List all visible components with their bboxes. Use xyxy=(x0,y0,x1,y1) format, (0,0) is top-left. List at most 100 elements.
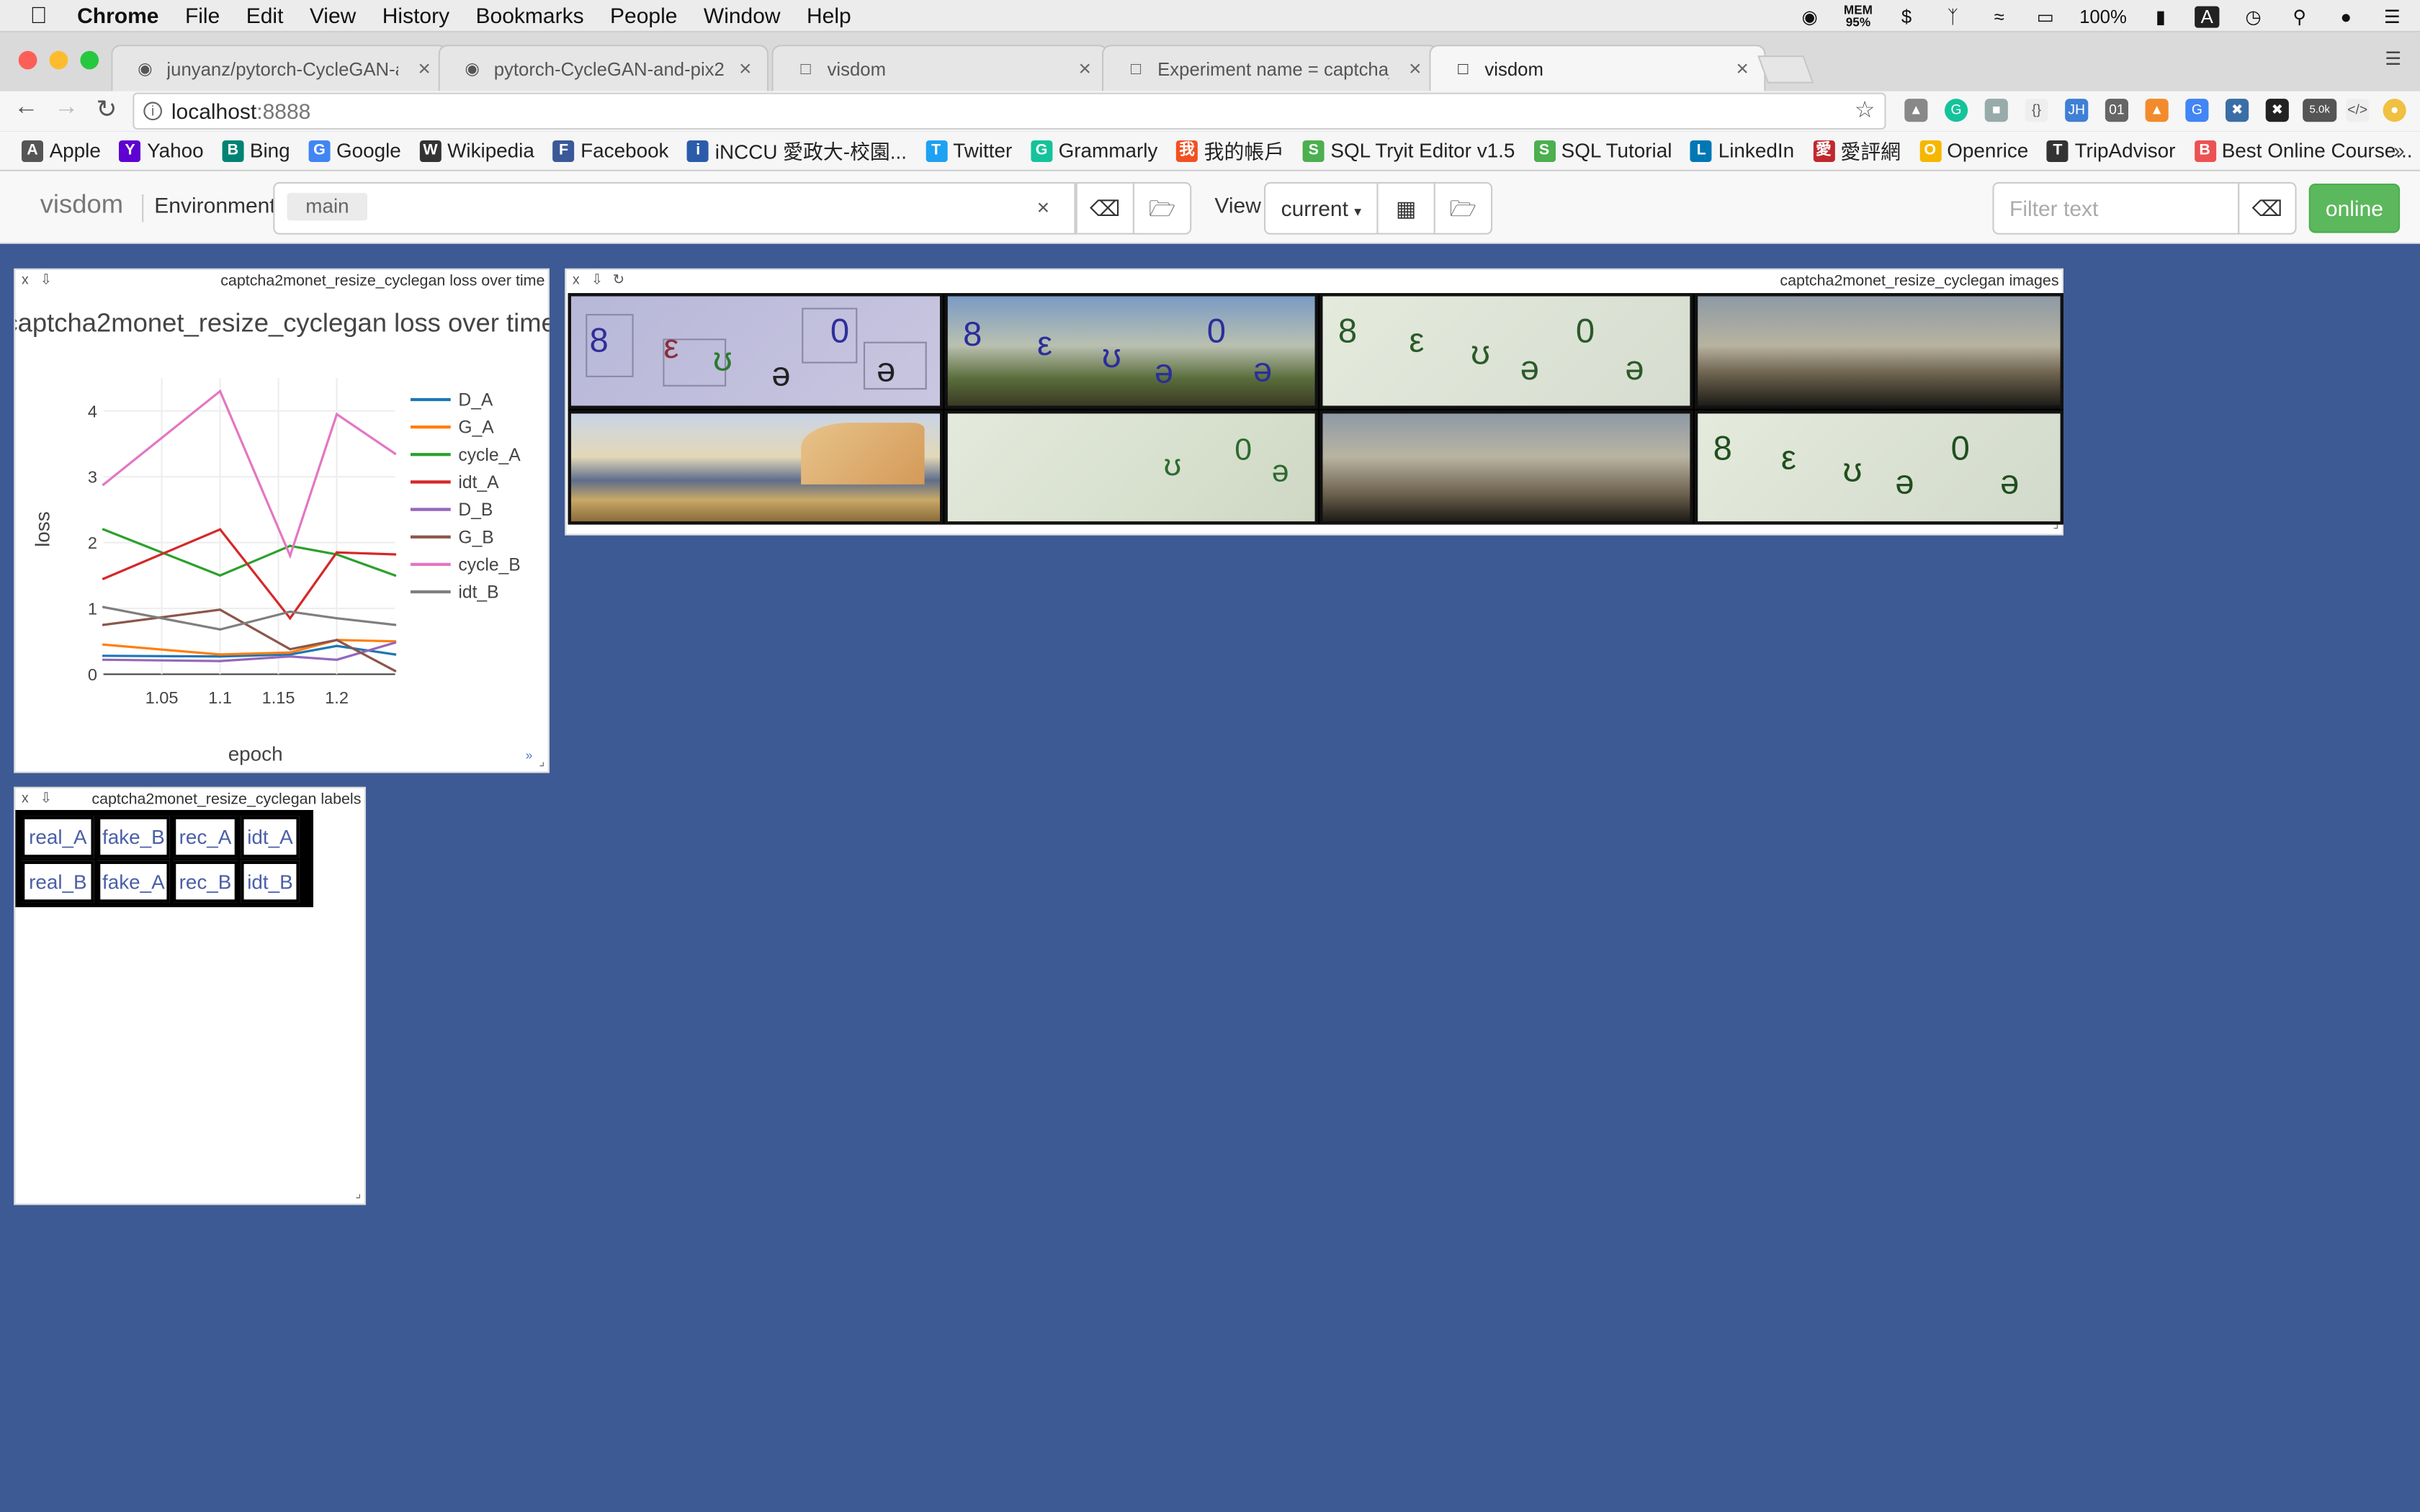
bookmark-item[interactable]: A Apple xyxy=(22,139,101,162)
translate-extension-icon[interactable]: G xyxy=(2185,99,2209,122)
jh-extension-icon[interactable]: JH xyxy=(2065,99,2089,122)
bookmark-item[interactable]: Y Yahoo xyxy=(119,139,204,162)
resize-handle-icon[interactable]: » xyxy=(526,748,533,762)
download-pane-icon[interactable]: ⇩ xyxy=(591,271,603,289)
box-extension-icon[interactable]: ■ xyxy=(1984,99,2008,122)
apple-menu-icon[interactable]:  xyxy=(0,2,77,28)
browser-tab[interactable]: □ visdom × xyxy=(771,45,1108,91)
close-tab-icon[interactable]: × xyxy=(418,55,431,80)
labels-pane[interactable]: x ⇩ captcha2monet_resize_cyclegan labels… xyxy=(14,786,366,1205)
loss-plot-pane[interactable]: x ⇩ captcha2monet_resize_cyclegan loss o… xyxy=(14,268,551,775)
bookmark-item[interactable]: B Best Online Course... xyxy=(2194,139,2412,162)
binary-extension-icon[interactable]: 01 xyxy=(2105,99,2128,122)
menu-history[interactable]: History xyxy=(382,3,449,27)
drive-extension-icon[interactable]: ▲ xyxy=(1904,99,1928,122)
visdom-brand[interactable]: visdom xyxy=(40,190,123,221)
maximize-window-button[interactable] xyxy=(80,50,99,70)
menu-file[interactable]: File xyxy=(185,3,220,27)
bookmark-item[interactable]: G Grammarly xyxy=(1031,139,1157,162)
menu-view[interactable]: View xyxy=(310,3,356,27)
pane-header[interactable]: x ⇩ captcha2monet_resize_cyclegan labels xyxy=(15,788,364,810)
resize-corner-icon[interactable]: ⌟ xyxy=(355,1187,361,1200)
memory-indicator[interactable]: MEM 95% xyxy=(1844,3,1873,28)
forward-arrow-icon[interactable]: → xyxy=(53,94,81,122)
bookmark-item[interactable]: O Openrice xyxy=(1919,139,2028,162)
pane-header[interactable]: x ⇩ ↻ captcha2monet_resize_cyclegan imag… xyxy=(566,270,2061,292)
new-tab-button[interactable] xyxy=(1757,55,1814,84)
code-extension-icon[interactable]: </> xyxy=(2346,99,2370,122)
menu-app-chrome[interactable]: Chrome xyxy=(77,3,158,27)
repack-button[interactable]: ▦ xyxy=(1376,181,1435,235)
notification-center-icon[interactable]: ☰ xyxy=(2380,6,2404,27)
airplay-icon[interactable]: ▭ xyxy=(2033,6,2058,27)
close-tab-icon[interactable]: × xyxy=(1736,55,1749,80)
bookmark-item[interactable]: 我我的帳戶 xyxy=(1176,136,1284,166)
clear-env-button[interactable]: ⌫ xyxy=(1075,181,1134,235)
close-tab-icon[interactable]: × xyxy=(739,55,752,80)
bookmark-item[interactable]: T TripAdvisor xyxy=(2046,139,2175,162)
bookmark-item[interactable]: S SQL Tutorial xyxy=(1533,139,1672,162)
bookmark-star-icon[interactable]: ☆ xyxy=(1855,94,1876,128)
close-pane-icon[interactable]: x xyxy=(22,790,29,805)
profile-icon[interactable]: ☰ xyxy=(2385,48,2401,69)
tools-extension-icon[interactable]: ✖ xyxy=(2226,99,2249,122)
bluetooth-icon[interactable]: ᛉ xyxy=(1940,6,1965,27)
environment-tag[interactable]: main xyxy=(287,192,368,221)
profile-extension-icon[interactable]: ● xyxy=(2383,99,2406,122)
minimize-window-button[interactable] xyxy=(49,50,68,70)
menu-people[interactable]: People xyxy=(610,3,677,27)
online-status-button[interactable]: online xyxy=(2308,183,2401,233)
reload-icon[interactable]: ↻ xyxy=(93,94,121,125)
bookmarks-overflow-icon[interactable]: » xyxy=(2393,139,2405,162)
menu-bookmarks[interactable]: Bookmarks xyxy=(476,3,584,27)
browser-tab[interactable]: ◉ junyanz/pytorch-CycleGAN-an × xyxy=(111,45,448,91)
clear-filter-button[interactable]: ⌫ xyxy=(2238,181,2297,235)
input-source-icon[interactable]: A xyxy=(2195,5,2220,27)
info-icon[interactable]: i xyxy=(143,102,162,121)
spotlight-search-icon[interactable]: ⚲ xyxy=(2287,6,2312,27)
fox-extension-icon[interactable]: ▲ xyxy=(2145,99,2169,122)
grammarly-extension-icon[interactable]: G xyxy=(1945,99,1968,122)
bookmark-item[interactable]: G Google xyxy=(308,139,401,162)
bookmark-item[interactable]: 愛愛評網 xyxy=(1812,136,1901,166)
siri-icon[interactable]: ● xyxy=(2334,6,2358,27)
menu-help[interactable]: Help xyxy=(807,3,851,27)
manage-views-button[interactable]: 🗁 xyxy=(1433,181,1493,235)
manage-env-button[interactable]: 🗁 xyxy=(1132,181,1192,235)
download-pane-icon[interactable]: ⇩ xyxy=(40,790,52,807)
images-pane[interactable]: x ⇩ ↻ captcha2monet_resize_cyclegan imag… xyxy=(565,268,2064,536)
wifi-icon[interactable]: ≈ xyxy=(1986,6,2011,27)
close-tab-icon[interactable]: × xyxy=(1078,55,1091,80)
counter-extension-icon[interactable]: 5.0k xyxy=(2303,99,2337,122)
address-bar[interactable]: i localhost:8888 ☆ xyxy=(133,92,1886,130)
cross-extension-icon[interactable]: ✖ xyxy=(2265,99,2289,122)
bookmark-item[interactable]: B Bing xyxy=(222,139,290,162)
close-pane-icon[interactable]: x xyxy=(573,271,580,287)
menu-window[interactable]: Window xyxy=(704,3,781,27)
view-select[interactable]: current ▾ xyxy=(1264,181,1379,235)
json-extension-icon[interactable]: {} xyxy=(2025,99,2048,122)
close-tab-icon[interactable]: × xyxy=(1409,55,1422,80)
back-arrow-icon[interactable]: ← xyxy=(12,94,40,122)
bookmark-item[interactable]: L LinkedIn xyxy=(1690,139,1794,162)
time-machine-icon[interactable]: ◷ xyxy=(2241,6,2265,27)
browser-tab-active[interactable]: □ visdom × xyxy=(1429,45,1766,91)
clear-environment-icon[interactable]: × xyxy=(1037,194,1050,219)
resize-corner-icon[interactable]: ⌟ xyxy=(2053,517,2059,531)
resize-corner-icon[interactable]: ⌟ xyxy=(539,755,544,768)
filter-text-input[interactable]: Filter text xyxy=(1992,181,2240,235)
istat-icon[interactable]: ◉ xyxy=(1798,6,1822,27)
loss-line-chart[interactable]: 0 1 2 3 4 1.05 1.1 1.15 1.2 epoch loss D_A G_A cycle_… xyxy=(15,270,551,775)
bookmark-item[interactable]: W Wikipedia xyxy=(419,139,534,162)
browser-tab[interactable]: □ Experiment name = captcha_re × xyxy=(1102,45,1439,91)
bookmark-item[interactable]: S SQL Tryit Editor v1.5 xyxy=(1302,139,1515,162)
menu-edit[interactable]: Edit xyxy=(246,3,284,27)
bookmark-item[interactable]: i iNCCU 愛政大-校園... xyxy=(687,136,907,166)
bookmark-item[interactable]: T Twitter xyxy=(925,139,1012,162)
environment-select[interactable]: main × xyxy=(273,181,1076,235)
dollar-icon[interactable]: $ xyxy=(1894,6,1919,27)
battery-icon[interactable]: ▮ xyxy=(2148,6,2173,27)
bookmark-item[interactable]: F Facebook xyxy=(552,139,668,162)
refresh-pane-icon[interactable]: ↻ xyxy=(613,271,624,289)
browser-tab[interactable]: ◉ pytorch-CycleGAN-and-pix2p × xyxy=(438,45,769,91)
